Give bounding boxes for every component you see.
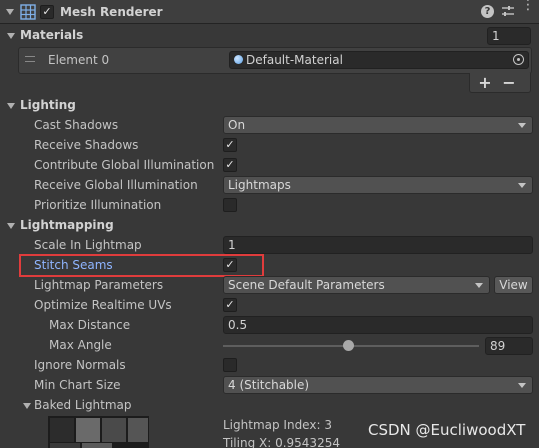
- settings-sliders-icon[interactable]: [501, 4, 515, 18]
- min-chart-size-dropdown[interactable]: 4 (Stitchable): [223, 376, 533, 394]
- receive-gi-label: Receive Global Illumination: [34, 178, 198, 192]
- material-element-label: Element 0: [48, 53, 110, 67]
- lightmapping-fold-arrow-icon[interactable]: [7, 223, 15, 229]
- cast-shadows-value: On: [228, 118, 246, 132]
- lightmapping-title: Lightmapping: [20, 218, 114, 232]
- lightmap-parameters-value: Scene Default Parameters: [228, 278, 385, 292]
- lightmap-preview[interactable]: [48, 416, 149, 448]
- max-distance-field[interactable]: 0.5: [223, 316, 533, 334]
- chevron-down-icon: [518, 383, 526, 388]
- cast-shadows-label: Cast Shadows: [34, 118, 119, 132]
- tiling-text: Tiling X: 0.9543254: [223, 436, 340, 448]
- max-angle-slider-thumb[interactable]: [343, 340, 355, 351]
- ignore-normals-label: Ignore Normals: [34, 358, 126, 372]
- max-angle-label: Max Angle: [49, 338, 112, 352]
- lighting-fold-arrow-icon[interactable]: [7, 103, 15, 109]
- receive-gi-value: Lightmaps: [228, 178, 291, 192]
- chevron-down-icon: [475, 283, 483, 288]
- optimize-realtime-uvs-checkbox[interactable]: ✓: [223, 298, 237, 312]
- min-chart-size-value: 4 (Stitchable): [228, 378, 310, 392]
- stitch-seams-label: Stitch Seams: [34, 258, 113, 272]
- remove-element-button[interactable]: −: [501, 73, 517, 92]
- baked-lightmap-fold-arrow-icon[interactable]: [23, 403, 31, 409]
- lightmap-index-text: Lightmap Index: 3: [223, 418, 332, 432]
- materials-count-field[interactable]: 1: [487, 27, 531, 45]
- baked-lightmap-title: Baked Lightmap: [34, 398, 132, 412]
- ignore-normals-checkbox[interactable]: [223, 358, 237, 372]
- view-button[interactable]: View: [494, 276, 533, 294]
- receive-shadows-checkbox[interactable]: ✓: [223, 138, 237, 152]
- material-sphere-icon: [234, 55, 243, 64]
- help-icon[interactable]: ?: [481, 5, 494, 18]
- contribute-gi-label: Contribute Global Illumination: [34, 158, 215, 172]
- scale-in-lightmap-label: Scale In Lightmap: [34, 238, 142, 252]
- prioritize-illumination-checkbox[interactable]: [223, 198, 237, 212]
- min-chart-size-label: Min Chart Size: [34, 378, 121, 392]
- cast-shadows-dropdown[interactable]: On: [223, 116, 533, 134]
- material-value: Default-Material: [246, 53, 343, 67]
- component-title: Mesh Renderer: [60, 5, 163, 19]
- more-icon[interactable]: ⋮: [521, 0, 535, 19]
- contribute-gi-checkbox[interactable]: ✓: [223, 158, 237, 172]
- component-enabled-checkbox[interactable]: ✓: [40, 5, 54, 19]
- grid-icon: [20, 4, 36, 20]
- lighting-title: Lighting: [20, 98, 76, 112]
- header-fold-arrow-icon[interactable]: [6, 9, 14, 15]
- lightmap-parameters-dropdown[interactable]: Scene Default Parameters: [223, 276, 490, 294]
- chevron-down-icon: [518, 123, 526, 128]
- materials-fold-arrow-icon[interactable]: [7, 33, 15, 39]
- add-element-button[interactable]: +: [477, 73, 493, 92]
- optimize-realtime-uvs-label: Optimize Realtime UVs: [34, 298, 172, 312]
- watermark-text: CSDN @EucliwoodXT: [368, 421, 526, 439]
- stitch-seams-checkbox[interactable]: ✓: [223, 258, 237, 272]
- max-distance-label: Max Distance: [49, 318, 131, 332]
- lightmap-parameters-label: Lightmap Parameters: [34, 278, 164, 292]
- receive-gi-dropdown[interactable]: Lightmaps: [223, 176, 533, 194]
- max-angle-field[interactable]: 89: [485, 337, 533, 355]
- material-object-field[interactable]: Default-Material: [229, 51, 529, 69]
- prioritize-illumination-label: Prioritize Illumination: [34, 198, 162, 212]
- scale-in-lightmap-field[interactable]: 1: [223, 236, 533, 254]
- chevron-down-icon: [518, 183, 526, 188]
- materials-title: Materials: [20, 28, 84, 42]
- drag-handle-icon[interactable]: [25, 56, 35, 62]
- receive-shadows-label: Receive Shadows: [34, 138, 139, 152]
- object-picker-icon[interactable]: [513, 54, 524, 65]
